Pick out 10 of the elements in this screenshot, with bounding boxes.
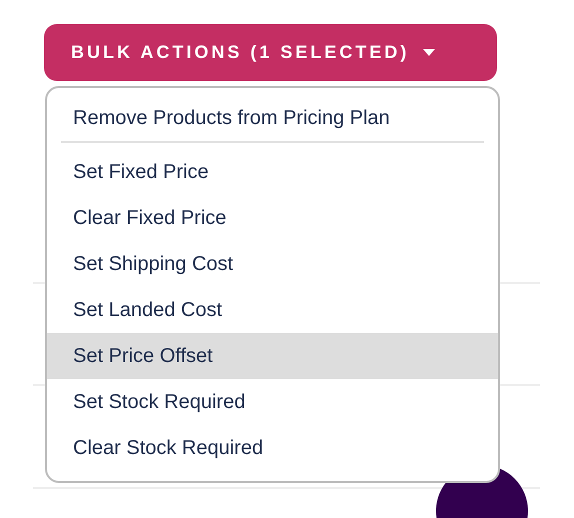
caret-icon [423, 49, 436, 56]
menu-item[interactable]: Remove Products from Pricing Plan [47, 95, 498, 141]
menu-item[interactable]: Set Price Offset [47, 333, 498, 379]
menu-item[interactable]: Set Shipping Cost [47, 241, 498, 287]
menu-item[interactable]: Clear Fixed Price [47, 195, 498, 241]
menu-item[interactable]: Clear Stock Required [47, 425, 498, 471]
menu-item[interactable]: Set Landed Cost [47, 287, 498, 333]
bulk-actions-button[interactable]: BULK ACTIONS (1 SELECTED) [44, 24, 497, 81]
menu-item[interactable]: Set Fixed Price [47, 149, 498, 195]
menu-item[interactable]: Set Stock Required [47, 379, 498, 425]
